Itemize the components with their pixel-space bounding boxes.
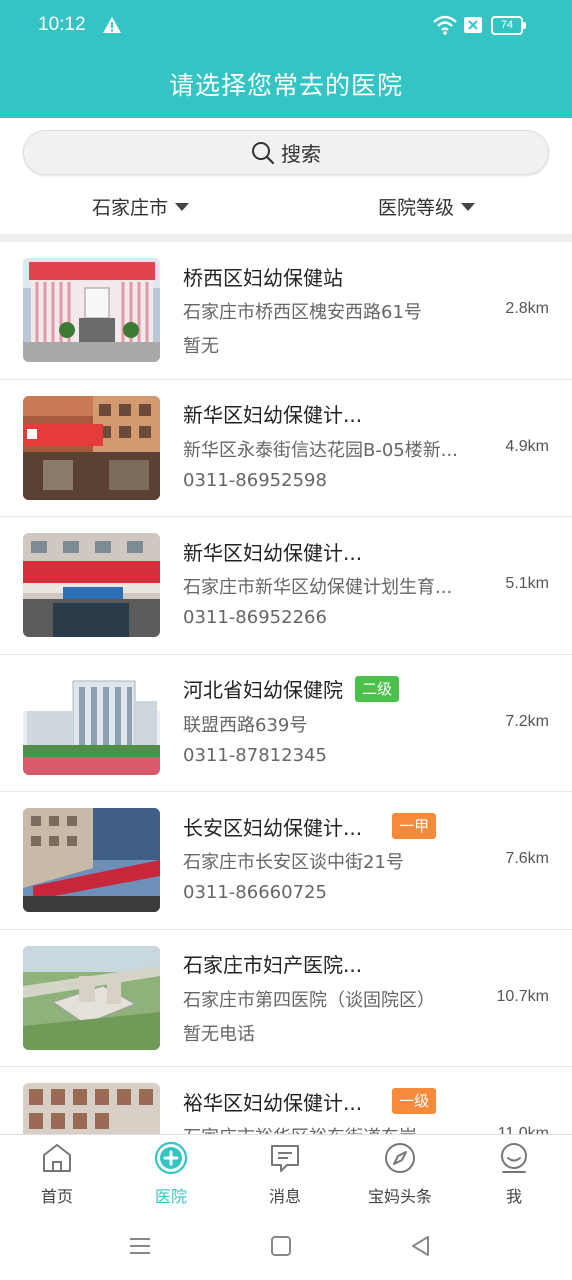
hospital-photo <box>23 1083 160 1135</box>
hospital-photo <box>23 258 160 362</box>
list-item[interactable]: 裕华区妇幼保健计... 一级 石家庄市裕华区裕东街道东岗 11.0km <box>0 1067 572 1135</box>
hospital-phone: 暂无电话 <box>183 1023 255 1045</box>
hospital-list: 桥西区妇幼保健站 石家庄市桥西区槐安西路61号 2.8km 暂无 新华区妇幼保健… <box>0 242 572 1135</box>
search-bar[interactable]: 搜索 <box>23 130 549 175</box>
caret-down-icon <box>461 203 476 211</box>
hospital-name: 裕华区妇幼保健计... <box>183 1090 363 1115</box>
hospital-name: 河北省妇幼保健院 <box>183 678 343 702</box>
hospital-phone: 暂无 <box>183 336 219 357</box>
battery-icon: 74 <box>491 16 527 35</box>
level-badge: 一级 <box>392 1088 437 1114</box>
profile-icon <box>501 1143 527 1173</box>
caret-down-icon <box>175 203 190 211</box>
search-label: 搜索 <box>281 142 321 166</box>
wifi-icon <box>433 15 457 35</box>
no-sim-icon <box>464 17 482 33</box>
list-item[interactable]: 桥西区妇幼保健站 石家庄市桥西区槐安西路61号 2.8km 暂无 <box>0 242 572 380</box>
level-filter-label: 医院等级 <box>378 196 455 219</box>
bottom-nav: 首页 医院 消息 宝妈头条 我 <box>0 1134 572 1212</box>
menu-icon[interactable] <box>127 1234 153 1258</box>
status-bar: 10:12 74 <box>0 0 572 52</box>
level-badge: 二级 <box>355 675 400 702</box>
message-icon <box>271 1145 299 1172</box>
header: 10:12 74 请选择您常去的医院 <box>0 0 572 118</box>
hospital-photo <box>23 533 160 637</box>
list-item[interactable]: 长安区妇幼保健计... 一甲 石家庄市长安区谈中街21号 7.6km 0311-… <box>0 792 572 930</box>
tab-me[interactable]: 我 <box>457 1135 571 1213</box>
tab-messages-label: 消息 <box>268 1187 301 1206</box>
hospital-address: 联盟西路639号 <box>183 714 308 736</box>
compass-icon <box>385 1143 415 1173</box>
hospital-distance: 7.6km <box>505 850 549 867</box>
hospital-distance: 4.9km <box>505 437 549 455</box>
tab-news-label: 宝妈头条 <box>367 1187 432 1206</box>
search-icon <box>252 141 275 164</box>
hospital-name: 新华区妇幼保健计... <box>183 403 363 427</box>
app-screen: 10:12 74 请选择您常去的医院 搜索 石家庄市 医院等级 桥西区妇幼保健站… <box>0 0 572 1280</box>
list-item[interactable]: 新华区妇幼保健计... 石家庄市新华区幼保健计划生育... 5.1km 0311… <box>0 517 572 655</box>
hospital-phone: 0311-86952598 <box>183 469 327 491</box>
hospital-photo <box>23 395 160 500</box>
hospital-name: 新华区妇幼保健计... <box>183 540 363 565</box>
hospital-distance: 5.1km <box>505 575 549 592</box>
hospital-photo <box>23 808 160 912</box>
level-filter[interactable]: 医院等级 <box>378 192 476 220</box>
tab-home-label: 首页 <box>40 1187 73 1206</box>
home-square-icon[interactable] <box>268 1234 294 1258</box>
list-item[interactable]: 河北省妇幼保健院 二级 联盟西路639号 7.2km 0311-87812345 <box>0 654 572 792</box>
city-filter-label: 石家庄市 <box>92 196 169 219</box>
warning-icon <box>103 17 121 33</box>
level-badge: 一甲 <box>392 813 437 839</box>
hospital-address: 石家庄市新华区幼保健计划生育... <box>183 577 453 598</box>
hospital-name: 桥西区妇幼保健站 <box>183 265 343 290</box>
city-filter[interactable]: 石家庄市 <box>92 192 190 220</box>
hospital-name: 长安区妇幼保健计... <box>183 815 363 840</box>
hospital-address: 石家庄市第四医院（谈固院区） <box>183 989 435 1011</box>
hospital-photo <box>23 670 160 775</box>
home-icon <box>43 1144 71 1172</box>
hospital-phone: 0311-86952266 <box>183 607 327 628</box>
hospital-distance: 10.7km <box>496 987 549 1005</box>
section-divider <box>0 234 572 242</box>
hospital-phone: 0311-87812345 <box>183 744 327 766</box>
tab-me-label: 我 <box>505 1187 522 1206</box>
hospital-address: 新华区永泰街信达花园B-05楼新... <box>183 439 458 461</box>
system-nav-bar <box>0 1212 572 1280</box>
tab-news[interactable]: 宝妈头条 <box>343 1135 457 1213</box>
page-title: 请选择您常去的医院 <box>168 71 403 100</box>
back-icon[interactable] <box>408 1234 434 1258</box>
hospital-address: 石家庄市桥西区槐安西路61号 <box>183 302 422 323</box>
hospital-distance: 2.8km <box>505 300 549 317</box>
list-item[interactable]: 石家庄市妇产医院... 石家庄市第四医院（谈固院区） 10.7km 暂无电话 <box>0 929 572 1067</box>
status-time: 10:12 <box>38 14 86 35</box>
battery-level: 74 <box>491 16 523 35</box>
hospital-distance: 7.2km <box>505 712 549 730</box>
tab-home[interactable]: 首页 <box>0 1135 114 1213</box>
tab-hospital-label: 医院 <box>154 1187 187 1206</box>
hospital-cross-icon <box>154 1141 188 1175</box>
hospital-address: 石家庄市长安区谈中街21号 <box>183 852 404 873</box>
hospital-name: 石家庄市妇产医院... <box>183 953 363 977</box>
list-item[interactable]: 新华区妇幼保健计... 新华区永泰街信达花园B-05楼新... 4.9km 03… <box>0 379 572 517</box>
tab-hospital[interactable]: 医院 <box>114 1135 228 1213</box>
hospital-phone: 0311-86660725 <box>183 882 327 903</box>
hospital-photo <box>23 945 160 1050</box>
tab-messages[interactable]: 消息 <box>228 1135 342 1213</box>
